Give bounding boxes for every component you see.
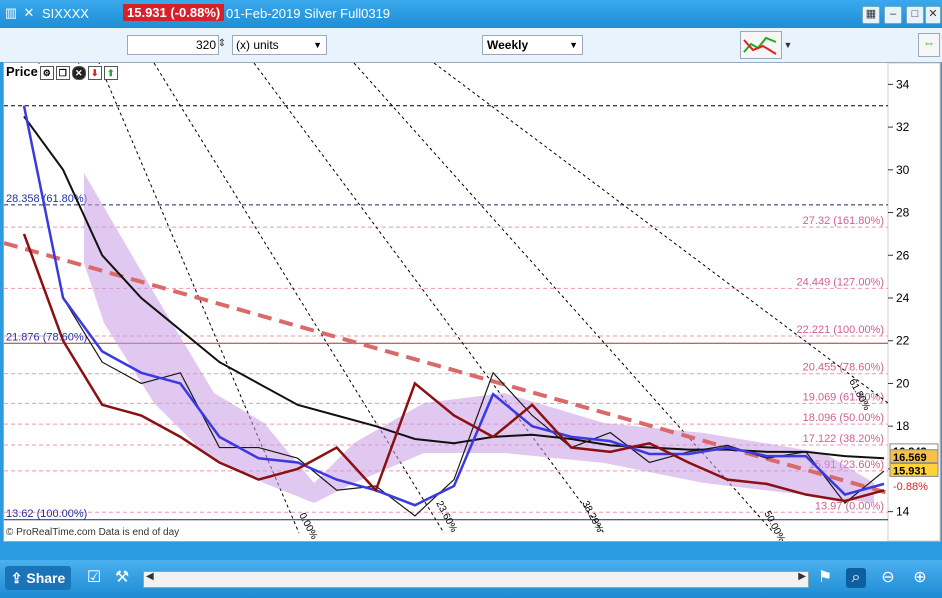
close-icon[interactable]: ✕ bbox=[71, 65, 86, 80]
fan-label: 38.20% bbox=[579, 499, 605, 534]
tile-icon[interactable]: ▦ bbox=[862, 6, 880, 24]
price-panel-header: Price ⚙ ❐ ✕ ⬇ ⬆ bbox=[6, 64, 118, 80]
y-tick-label: 32 bbox=[896, 120, 910, 134]
fib-right-label: 17.122 (38.20%) bbox=[803, 433, 884, 445]
period-select[interactable]: Weekly ▼ bbox=[482, 35, 583, 55]
ruler-icon[interactable]: ⚒ bbox=[112, 568, 132, 588]
share-button[interactable]: ⇪ Share bbox=[5, 566, 71, 590]
chevron-down-icon[interactable]: ▼ bbox=[781, 38, 795, 52]
fib-left-label: 13.62 (100.00%) bbox=[6, 508, 87, 520]
indicators-button[interactable] bbox=[740, 31, 782, 59]
instrument-description: 01-Feb-2019 Silver Full0319 bbox=[226, 6, 391, 21]
units-select[interactable]: (x) units ▼ bbox=[232, 35, 327, 55]
fib-right-label: 20.455 (78.60%) bbox=[803, 362, 884, 374]
fib-right-label: 24.449 (127.00%) bbox=[797, 276, 884, 288]
fib-left-label: 21.876 (78.60%) bbox=[6, 331, 87, 343]
zoom-area-icon[interactable]: ⌕ bbox=[846, 568, 866, 588]
units-label: (x) units bbox=[236, 38, 279, 52]
fib-right-label: 18.096 (50.00%) bbox=[803, 412, 884, 424]
zoom-out-icon[interactable]: ⊖ bbox=[878, 568, 898, 588]
chart-tools-icon[interactable]: ⚑ bbox=[815, 568, 835, 588]
y-tick-label: 24 bbox=[896, 291, 910, 305]
fib-right-label: 19.069 (61.80%) bbox=[803, 391, 884, 403]
close-window-icon[interactable]: ✕ bbox=[925, 6, 941, 24]
checklist-icon[interactable]: ☑ bbox=[84, 568, 104, 588]
fan-line bbox=[253, 62, 605, 534]
copy-icon[interactable]: ❐ bbox=[55, 65, 70, 80]
fan-line bbox=[433, 62, 889, 404]
expand-panel-button[interactable]: ⇔ bbox=[918, 33, 940, 57]
units-input[interactable]: 320 bbox=[127, 35, 219, 55]
indicators-icon bbox=[743, 36, 777, 55]
period-label: Weekly bbox=[487, 38, 529, 52]
scroll-left-icon[interactable]: ◀ bbox=[146, 571, 154, 582]
y-tick-label: 28 bbox=[896, 206, 910, 220]
fan-label: 0.00% bbox=[296, 511, 319, 541]
y-tick-label: 30 bbox=[896, 163, 910, 177]
maximize-icon[interactable]: □ bbox=[906, 6, 924, 24]
move-down-icon[interactable]: ⬇ bbox=[87, 65, 102, 80]
zoom-in-icon[interactable]: ⊕ bbox=[910, 568, 930, 588]
close-icon[interactable]: ✕ bbox=[22, 6, 36, 20]
chevron-down-icon: ▼ bbox=[569, 40, 578, 50]
y-tick-label: 34 bbox=[896, 77, 910, 91]
scroll-right-icon[interactable]: ▶ bbox=[798, 571, 806, 582]
y-tick-label: 22 bbox=[896, 334, 910, 348]
data-footnote: © ProRealTime.com Data is end of day bbox=[6, 527, 180, 538]
expand-icon: ⇔ bbox=[923, 36, 935, 50]
price-tag-label: 15.931 bbox=[893, 465, 927, 477]
y-tick-label: 26 bbox=[896, 248, 910, 262]
price-change-badge: 15.931 (-0.88%) bbox=[123, 4, 225, 21]
panel-label: Price bbox=[6, 64, 38, 79]
fan-label: 50.00% bbox=[761, 509, 787, 541]
y-tick-label: 14 bbox=[896, 505, 910, 519]
move-up-icon[interactable]: ⬆ bbox=[103, 65, 118, 80]
symbol-label[interactable]: SIXXXX bbox=[42, 6, 89, 21]
change-label: -0.88% bbox=[893, 481, 928, 493]
price-chart[interactable]: 3432302826242220181614201420152016201720… bbox=[3, 53, 941, 560]
wrench-icon[interactable]: ⚙ bbox=[39, 65, 54, 80]
price-tag-label: 16.569 bbox=[893, 452, 927, 464]
fib-right-label: 22.221 (100.00%) bbox=[797, 324, 884, 336]
y-tick-label: 18 bbox=[896, 419, 910, 433]
time-scrollbar[interactable]: ◀ ▶ bbox=[143, 571, 809, 588]
stepper-icon[interactable]: ⇕ bbox=[215, 37, 229, 51]
chart-type-icon[interactable]: ▥ bbox=[4, 6, 18, 20]
fib-right-label: 27.32 (161.80%) bbox=[803, 215, 884, 227]
chart-area[interactable]: 3432302826242220181614201420152016201720… bbox=[3, 53, 941, 560]
minimize-icon[interactable]: – bbox=[884, 6, 902, 24]
chevron-down-icon: ▼ bbox=[313, 40, 322, 50]
y-tick-label: 20 bbox=[896, 376, 910, 390]
fan-label: 23.60% bbox=[433, 499, 459, 534]
